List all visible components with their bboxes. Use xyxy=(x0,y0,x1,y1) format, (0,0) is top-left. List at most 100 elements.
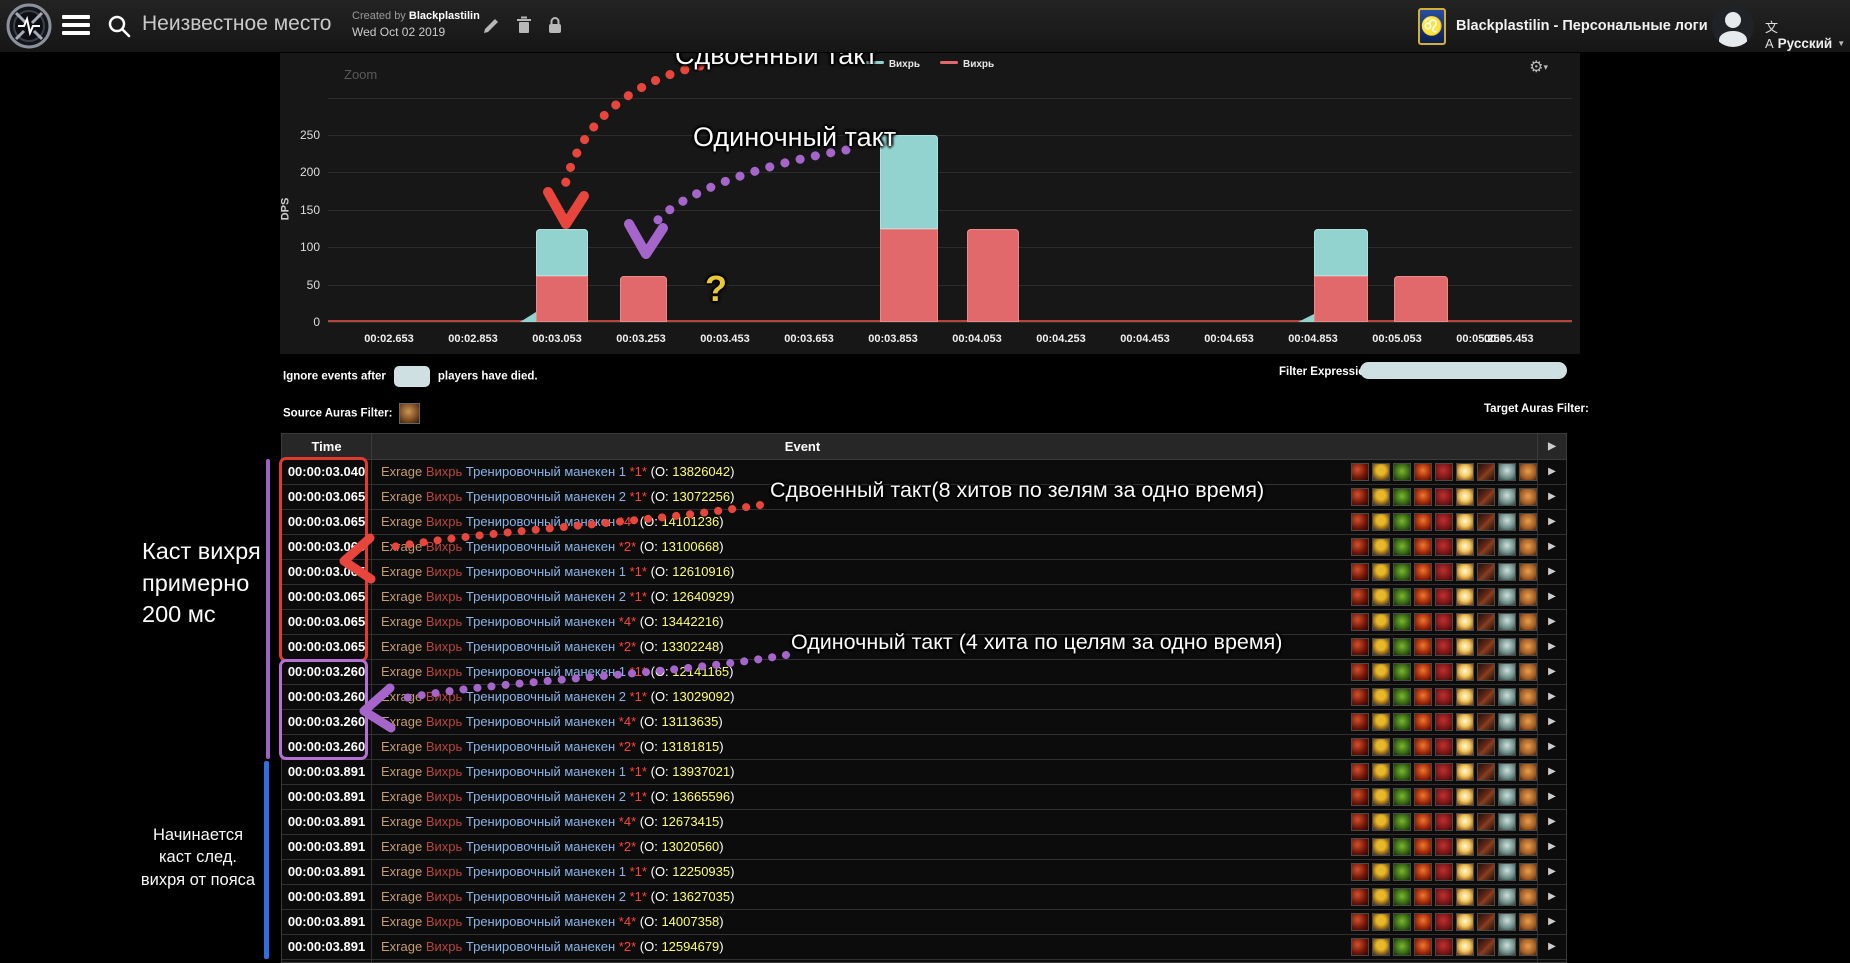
expand-row-button[interactable]: ▶ xyxy=(1537,835,1566,859)
expand-row-button[interactable]: ▶ xyxy=(1537,510,1566,534)
aura-dark-slash-icon[interactable] xyxy=(1477,763,1495,781)
aura-lava-icon[interactable] xyxy=(1351,463,1369,481)
source-aura-icon[interactable] xyxy=(399,403,420,424)
aura-green-orb-icon[interactable] xyxy=(1393,913,1411,931)
ability-link[interactable]: Вихрь xyxy=(426,764,462,779)
aura-green-orb-icon[interactable] xyxy=(1393,813,1411,831)
aura-teal-figure-icon[interactable] xyxy=(1498,938,1516,956)
aura-orange-armor-icon[interactable] xyxy=(1519,738,1537,756)
aura-red-crystal-icon[interactable] xyxy=(1435,738,1453,756)
aura-bright-glow-icon[interactable] xyxy=(1456,788,1474,806)
aura-teal-figure-icon[interactable] xyxy=(1498,588,1516,606)
avatar[interactable] xyxy=(1712,5,1754,47)
aura-demon-fire-icon[interactable] xyxy=(1414,888,1432,906)
aura-lava-icon[interactable] xyxy=(1351,538,1369,556)
aura-green-orb-icon[interactable] xyxy=(1393,588,1411,606)
aura-green-orb-icon[interactable] xyxy=(1393,863,1411,881)
deaths-count-input[interactable] xyxy=(394,366,430,387)
aura-teal-figure-icon[interactable] xyxy=(1498,563,1516,581)
aura-teal-figure-icon[interactable] xyxy=(1498,638,1516,656)
aura-bright-glow-icon[interactable] xyxy=(1456,913,1474,931)
aura-gold-shield-icon[interactable] xyxy=(1372,613,1390,631)
aura-lava-icon[interactable] xyxy=(1351,613,1369,631)
ability-link[interactable]: Вихрь xyxy=(426,489,462,504)
actor-name-link[interactable]: Exrage xyxy=(381,914,422,929)
aura-bright-glow-icon[interactable] xyxy=(1456,938,1474,956)
aura-orange-armor-icon[interactable] xyxy=(1519,488,1537,506)
target-name-link[interactable]: Тренировочный манекен xyxy=(466,939,615,954)
target-name-link[interactable]: Тренировочный манекен 1 xyxy=(466,864,626,879)
expand-row-button[interactable]: ▶ xyxy=(1537,485,1566,509)
aura-orange-armor-icon[interactable] xyxy=(1519,888,1537,906)
aura-bright-glow-icon[interactable] xyxy=(1456,488,1474,506)
aura-gold-shield-icon[interactable] xyxy=(1372,838,1390,856)
aura-orange-armor-icon[interactable] xyxy=(1519,913,1537,931)
aura-red-crystal-icon[interactable] xyxy=(1435,913,1453,931)
expand-row-button[interactable]: ▶ xyxy=(1537,735,1566,759)
aura-dark-slash-icon[interactable] xyxy=(1477,813,1495,831)
aura-demon-fire-icon[interactable] xyxy=(1414,538,1432,556)
aura-gold-shield-icon[interactable] xyxy=(1372,663,1390,681)
expand-row-button[interactable]: ▶ xyxy=(1537,635,1566,659)
aura-gold-shield-icon[interactable] xyxy=(1372,863,1390,881)
aura-demon-fire-icon[interactable] xyxy=(1414,863,1432,881)
aura-red-crystal-icon[interactable] xyxy=(1435,588,1453,606)
aura-demon-fire-icon[interactable] xyxy=(1414,588,1432,606)
aura-teal-figure-icon[interactable] xyxy=(1498,813,1516,831)
expand-row-button[interactable]: ▶ xyxy=(1537,660,1566,684)
aura-gold-shield-icon[interactable] xyxy=(1372,888,1390,906)
expand-row-button[interactable]: ▶ xyxy=(1537,785,1566,809)
language-selector[interactable]: 文AРусский▼ xyxy=(1765,17,1850,51)
aura-red-crystal-icon[interactable] xyxy=(1435,838,1453,856)
actor-name-link[interactable]: Exrage xyxy=(381,589,422,604)
aura-dark-slash-icon[interactable] xyxy=(1477,738,1495,756)
column-header-time[interactable]: Time xyxy=(282,434,372,459)
aura-demon-fire-icon[interactable] xyxy=(1414,563,1432,581)
aura-dark-slash-icon[interactable] xyxy=(1477,463,1495,481)
aura-bright-glow-icon[interactable] xyxy=(1456,738,1474,756)
aura-teal-figure-icon[interactable] xyxy=(1498,613,1516,631)
expand-row-button[interactable]: ▶ xyxy=(1537,910,1566,934)
aura-demon-fire-icon[interactable] xyxy=(1414,788,1432,806)
aura-orange-armor-icon[interactable] xyxy=(1519,663,1537,681)
aura-orange-armor-icon[interactable] xyxy=(1519,613,1537,631)
target-name-link[interactable]: Тренировочный манекен xyxy=(466,614,615,629)
aura-gold-shield-icon[interactable] xyxy=(1372,763,1390,781)
aura-red-crystal-icon[interactable] xyxy=(1435,513,1453,531)
aura-gold-shield-icon[interactable] xyxy=(1372,788,1390,806)
aura-red-crystal-icon[interactable] xyxy=(1435,788,1453,806)
aura-teal-figure-icon[interactable] xyxy=(1498,863,1516,881)
aura-orange-armor-icon[interactable] xyxy=(1519,513,1537,531)
aura-dark-slash-icon[interactable] xyxy=(1477,663,1495,681)
aura-demon-fire-icon[interactable] xyxy=(1414,938,1432,956)
expand-row-button[interactable]: ▶ xyxy=(1537,560,1566,584)
aura-teal-figure-icon[interactable] xyxy=(1498,888,1516,906)
aura-gold-shield-icon[interactable] xyxy=(1372,538,1390,556)
aura-gold-shield-icon[interactable] xyxy=(1372,813,1390,831)
aura-lava-icon[interactable] xyxy=(1351,638,1369,656)
aura-demon-fire-icon[interactable] xyxy=(1414,663,1432,681)
actor-name-link[interactable]: Exrage xyxy=(381,714,422,729)
aura-orange-armor-icon[interactable] xyxy=(1519,588,1537,606)
ability-link[interactable]: Вихрь xyxy=(426,564,462,579)
aura-dark-slash-icon[interactable] xyxy=(1477,863,1495,881)
target-name-link[interactable]: Тренировочный манекен 1 xyxy=(466,664,626,679)
menu-icon[interactable] xyxy=(62,15,90,37)
actor-name-link[interactable]: Exrage xyxy=(381,764,422,779)
aura-gold-shield-icon[interactable] xyxy=(1372,638,1390,656)
aura-orange-armor-icon[interactable] xyxy=(1519,863,1537,881)
aura-bright-glow-icon[interactable] xyxy=(1456,563,1474,581)
ability-link[interactable]: Вихрь xyxy=(426,689,462,704)
target-name-link[interactable]: Тренировочный манекен xyxy=(466,839,615,854)
aura-dark-slash-icon[interactable] xyxy=(1477,788,1495,806)
target-name-link[interactable]: Тренировочный манекен 1 xyxy=(466,764,626,779)
expand-row-button[interactable]: ▶ xyxy=(1537,610,1566,634)
aura-bright-glow-icon[interactable] xyxy=(1456,463,1474,481)
aura-teal-figure-icon[interactable] xyxy=(1498,763,1516,781)
ability-link[interactable]: Вихрь xyxy=(426,789,462,804)
actor-name-link[interactable]: Exrage xyxy=(381,539,422,554)
aura-dark-slash-icon[interactable] xyxy=(1477,513,1495,531)
aura-bright-glow-icon[interactable] xyxy=(1456,838,1474,856)
aura-teal-figure-icon[interactable] xyxy=(1498,488,1516,506)
aura-lava-icon[interactable] xyxy=(1351,938,1369,956)
